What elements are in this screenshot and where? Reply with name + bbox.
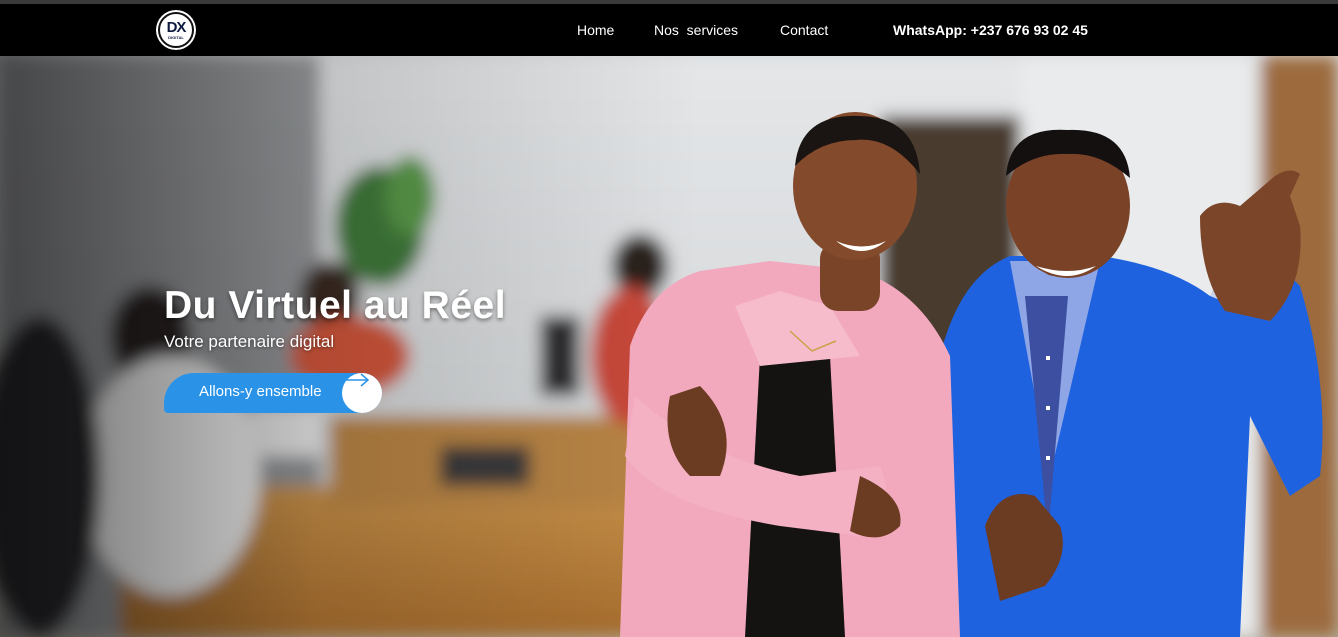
logo-subtext: DIGITAL [168, 34, 184, 40]
hero-title: Du Virtuel au Réel [164, 284, 507, 327]
navbar: DX DIGITAL Home Nos services Contact Wha… [0, 4, 1338, 56]
cta-label: Allons-y ensemble [199, 383, 322, 400]
whatsapp-contact-link[interactable]: WhatsApp: +237 676 93 02 45 [893, 22, 1088, 38]
nav-link-contact[interactable]: Contact [780, 22, 828, 38]
hero-subtitle: Votre partenaire digital [164, 332, 335, 351]
nav-link-home[interactable]: Home [577, 22, 614, 38]
nav-link-services[interactable]: Nos services [654, 22, 738, 38]
hero-section: Du Virtuel au Réel Votre partenaire digi… [0, 56, 1338, 637]
logo-mark: DX [166, 18, 187, 36]
dx-digital-logo[interactable]: DX DIGITAL [158, 12, 194, 48]
allons-y-ensemble-button[interactable]: Allons-y ensemble [164, 373, 382, 413]
arrow-right-icon [342, 373, 382, 413]
